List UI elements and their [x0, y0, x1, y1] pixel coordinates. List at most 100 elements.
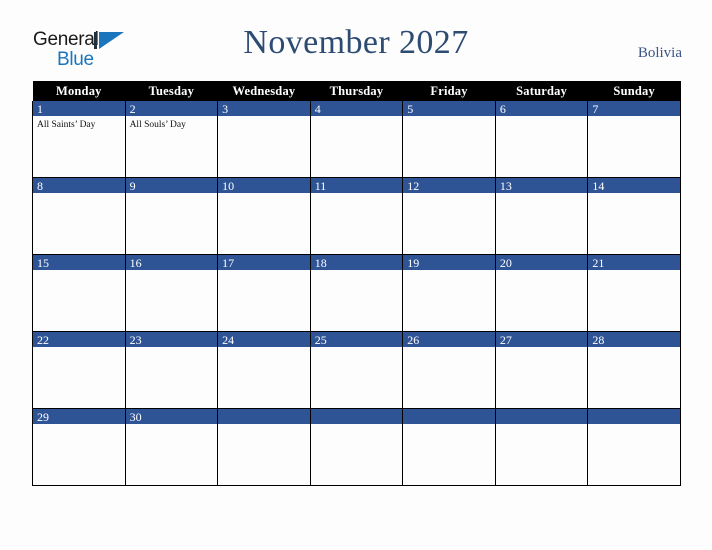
day-cell-content: 12 [403, 178, 495, 254]
day-events [126, 270, 218, 273]
day-events [33, 424, 125, 427]
calendar-day-cell[interactable]: 8 [32, 177, 126, 255]
day-cell-content: 13 [495, 178, 588, 254]
day-number: 18 [314, 256, 327, 270]
day-events [33, 347, 125, 350]
day-number-bar [218, 409, 310, 424]
calendar-day-cell[interactable] [217, 408, 311, 486]
day-events [588, 424, 680, 427]
calendar-day-cell[interactable]: 28 [587, 331, 681, 409]
calendar-day-cell[interactable]: 11 [309, 177, 404, 255]
day-number: 27 [499, 333, 512, 347]
calendar-day-cell[interactable]: 27 [494, 331, 589, 409]
day-events [311, 424, 403, 427]
calendar-day-cell[interactable] [402, 408, 496, 486]
day-cell-content: 17 [218, 255, 310, 331]
calendar-day-cell[interactable]: 16 [124, 254, 219, 332]
calendar-day-cell[interactable]: 2 All Souls’ Day [124, 101, 219, 178]
day-events [403, 193, 495, 196]
calendar-day-cell[interactable]: 4 [309, 101, 404, 178]
calendar-day-cell[interactable]: 30 [124, 408, 219, 486]
weekday-header-wednesday: Wednesday [217, 81, 311, 101]
day-cell-content: 26 [403, 332, 495, 408]
day-number-bar: 9 [125, 178, 218, 193]
calendar-day-cell[interactable]: 7 [587, 101, 681, 178]
day-events [496, 347, 588, 350]
day-cell-content: 3 [218, 101, 310, 177]
calendar-day-cell[interactable] [494, 408, 589, 486]
day-cell-content [495, 409, 588, 485]
day-number-bar: 24 [218, 332, 310, 347]
calendar-day-cell[interactable]: 6 [494, 101, 589, 178]
calendar-day-cell[interactable]: 24 [217, 331, 311, 409]
calendar-body: 1 All Saints’ Day 2 All Souls’ Day 3 4 5 6 7 8 9 10… [32, 101, 681, 486]
calendar-day-cell[interactable]: 18 [309, 254, 404, 332]
day-number: 4 [314, 102, 321, 116]
day-number-bar: 7 [588, 101, 680, 116]
calendar-day-cell[interactable]: 19 [402, 254, 496, 332]
day-number-bar: 15 [33, 255, 125, 270]
day-cell-content: 22 [33, 332, 125, 408]
day-cell-content: 5 [403, 101, 495, 177]
day-events [496, 424, 588, 427]
day-number-bar: 26 [403, 332, 495, 347]
day-events [403, 270, 495, 273]
calendar-day-cell[interactable]: 21 [587, 254, 681, 332]
day-number-bar: 18 [310, 255, 403, 270]
calendar-day-cell[interactable]: 14 [587, 177, 681, 255]
day-cell-content: 4 [310, 101, 403, 177]
calendar-day-cell[interactable]: 9 [124, 177, 219, 255]
day-number-bar: 23 [125, 332, 218, 347]
day-events [33, 270, 125, 273]
day-cell-content: 2 All Souls’ Day [125, 101, 218, 177]
day-number-bar: 20 [495, 255, 588, 270]
day-number: 11 [314, 179, 327, 193]
day-cell-content [403, 409, 495, 485]
day-number-bar: 29 [33, 409, 125, 424]
day-number-bar: 30 [125, 409, 218, 424]
day-number-bar: 4 [310, 101, 403, 116]
day-number [218, 410, 222, 424]
day-number: 23 [129, 333, 142, 347]
calendar-day-cell[interactable]: 25 [309, 331, 404, 409]
calendar-day-cell[interactable]: 26 [402, 331, 496, 409]
calendar-day-cell[interactable]: 10 [217, 177, 311, 255]
day-number: 2 [129, 102, 136, 116]
calendar-day-cell[interactable]: 29 [32, 408, 126, 486]
day-number-bar [588, 409, 680, 424]
day-number: 15 [37, 256, 49, 270]
day-events [311, 193, 403, 196]
day-number: 20 [499, 256, 512, 270]
day-number-bar: 12 [403, 178, 495, 193]
calendar-week-row: 22 23 24 25 26 27 28 [32, 331, 681, 409]
day-events [588, 116, 680, 119]
day-events [311, 347, 403, 350]
day-number: 8 [37, 179, 43, 193]
calendar-day-cell[interactable]: 3 [217, 101, 311, 178]
calendar-day-cell[interactable]: 13 [494, 177, 589, 255]
day-number-bar: 13 [495, 178, 588, 193]
calendar-day-cell[interactable] [309, 408, 404, 486]
calendar-day-cell[interactable]: 12 [402, 177, 496, 255]
day-cell-content: 1 All Saints’ Day [33, 101, 125, 177]
calendar-day-cell[interactable]: 5 [402, 101, 496, 178]
day-number: 7 [592, 102, 599, 116]
calendar-day-cell[interactable]: 23 [124, 331, 219, 409]
day-number: 24 [222, 333, 235, 347]
calendar-day-cell[interactable]: 1 All Saints’ Day [32, 101, 126, 178]
day-events [588, 347, 680, 350]
day-number-bar [403, 409, 495, 424]
day-number-bar: 28 [588, 332, 680, 347]
calendar-day-cell[interactable]: 17 [217, 254, 311, 332]
day-number: 30 [129, 410, 142, 424]
day-number: 17 [222, 256, 235, 270]
calendar-day-cell[interactable]: 22 [32, 331, 126, 409]
day-cell-content: 30 [125, 409, 218, 485]
day-number: 12 [407, 179, 420, 193]
day-cell-content [218, 409, 310, 485]
calendar-day-cell[interactable] [587, 408, 681, 486]
day-events [496, 116, 588, 119]
calendar-day-cell[interactable]: 15 [32, 254, 126, 332]
day-number-bar [495, 409, 588, 424]
calendar-day-cell[interactable]: 20 [494, 254, 589, 332]
